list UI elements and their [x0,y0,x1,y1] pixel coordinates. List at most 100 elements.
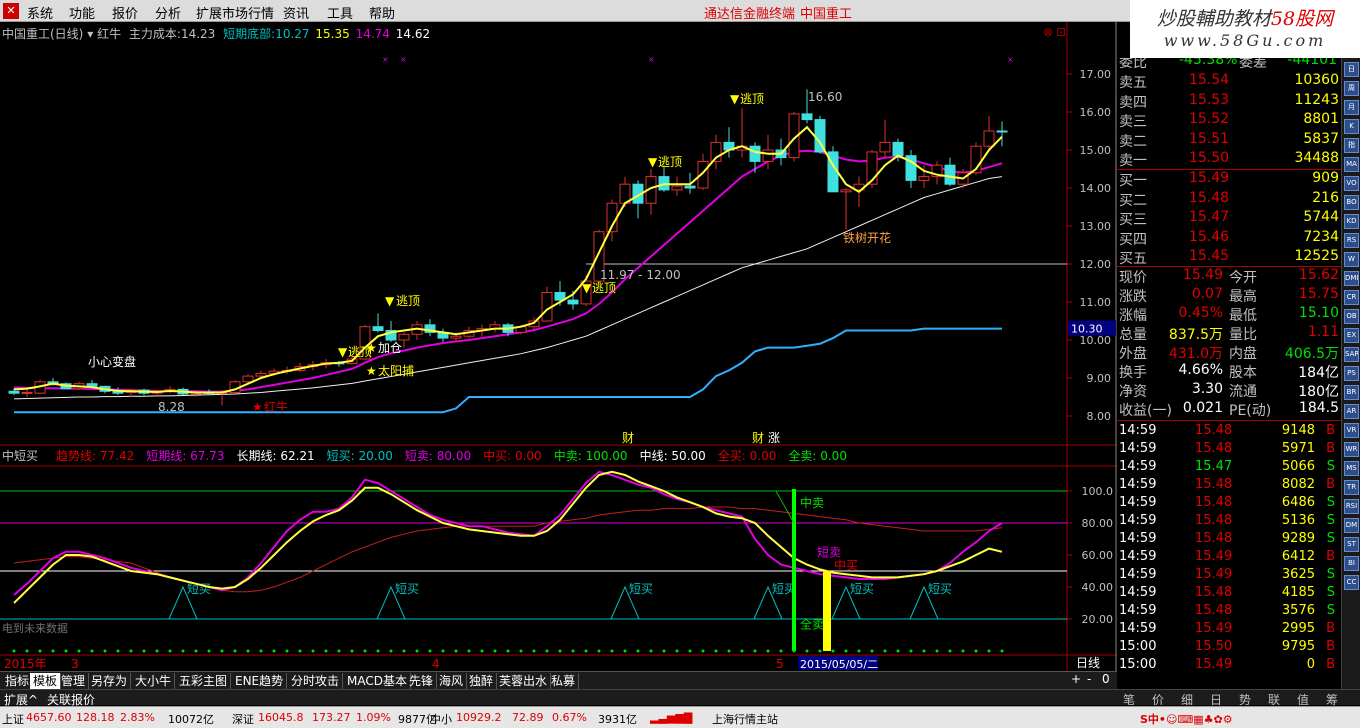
tab-nav-zero[interactable]: 0 [1102,672,1110,686]
candle-body [762,149,774,162]
sell-level-price: 15.52 [1189,111,1230,127]
template-tab[interactable]: 私募 [548,673,580,689]
ime-icon[interactable]: S中•☺⌨▦♣✿⚙ [1140,711,1233,727]
tick-volume: 8082 [1281,477,1315,492]
sidebar-indicator-icon[interactable]: W [1344,252,1359,267]
menu-news[interactable]: 资讯 [283,3,309,22]
signal-dot [25,649,29,653]
tick-time: 14:59 [1119,549,1157,564]
server-status: 上海行情主站 [712,713,778,726]
quote-row: 14:59 15.47 5066 S [1117,459,1341,478]
signal-dot [636,649,640,653]
template-tab[interactable]: 管理 [58,673,90,689]
sidebar-indicator-icon[interactable]: BR [1344,385,1359,400]
quote-row: 15:00 15.50 9795 B [1117,639,1341,658]
sidebar-indicator-icon[interactable]: 月 [1344,100,1359,115]
tick-side: B [1326,423,1335,438]
window-close-icon[interactable]: ⊗ [1043,25,1053,39]
candle-body [840,189,852,193]
menu-function[interactable]: 功能 [69,3,95,22]
template-tab[interactable]: 独醉 [466,673,498,689]
stat-label: 流通 [1229,384,1257,400]
sidebar-indicator-icon[interactable]: TR [1344,480,1359,495]
quote-row: 卖四 15.53 11243 [1117,92,1341,111]
sidebar-indicator-icon[interactable]: DM [1344,518,1359,533]
sidebar-indicator-icon[interactable]: EX [1344,328,1359,343]
sidebar-indicator-icon[interactable]: AR [1344,404,1359,419]
sub-item-label: 长期线: [236,449,277,463]
sidebar-indicator-icon[interactable]: BI [1344,556,1359,571]
tick-time: 14:59 [1119,441,1157,456]
dropdown-icon[interactable]: ▾ [87,27,93,41]
signal-dot [454,649,458,653]
tab-nav-plus[interactable]: + [1071,672,1081,686]
tick-volume: 4185 [1281,585,1315,600]
zx-index-change: 72.89 [512,711,544,724]
quote-row: 14:59 15.48 3576 S [1117,603,1341,622]
sidebar-indicator-icon[interactable]: CR [1344,290,1359,305]
sub-item-value: 62.21 [276,449,315,463]
sidebar-indicator-icon[interactable]: MS [1344,461,1359,476]
template-tab[interactable]: ENE趋势 [232,673,288,689]
template-tab[interactable]: 芙蓉出水 [496,673,552,689]
sidebar-indicator-icon[interactable]: DMI [1344,271,1359,286]
tick-time: 14:59 [1119,513,1157,528]
sell-level-price: 15.51 [1189,130,1230,147]
template-tab[interactable]: MACD基本 [344,673,411,689]
signal-dot [987,649,991,653]
signal-dot [883,649,887,653]
menu-help[interactable]: 帮助 [369,3,395,22]
menu-extended-market[interactable]: 扩展市场行情 [196,3,274,22]
template-tab[interactable]: 大小牛 [132,673,176,689]
sidebar-indicator-icon[interactable]: K [1344,119,1359,134]
sidebar-indicator-icon[interactable]: BO [1344,195,1359,210]
sidebar-indicator-icon[interactable]: RS [1344,233,1359,248]
signal-dot [623,649,627,653]
sidebar-indicator-icon[interactable]: VO [1344,176,1359,191]
template-tab[interactable]: 先锋 [406,673,438,689]
template-tab[interactable]: 海风 [436,673,468,689]
signal-dot [259,649,263,653]
top-marker-icon: × [648,55,655,64]
sidebar-indicator-icon[interactable]: CC [1344,575,1359,590]
menu-tools[interactable]: 工具 [327,3,353,22]
menu-analysis[interactable]: 分析 [155,3,181,22]
sidebar-indicator-icon[interactable]: SAR [1344,347,1359,362]
template-tab[interactable]: 指标 [2,673,34,689]
template-tab[interactable]: 分时攻击 [288,673,344,689]
price-axis-label: 13.00 [1080,220,1112,233]
chart-area[interactable]: 小心变盘▼ 逃顶▼ 逃顶▼ 逃顶▼ 逃顶▼ 逃顶★ 加仓★ 太阳捕铁树开花★ 红牛8.2816.… [0,22,1117,671]
signal-dot [688,649,692,653]
stat-value: 406.5万 [1284,346,1339,362]
signal-dot [701,649,705,653]
template-tab[interactable]: 五彩主图 [176,673,232,689]
sidebar-indicator-icon[interactable]: OB [1344,309,1359,324]
sidebar-indicator-icon[interactable]: WR [1344,442,1359,457]
sidebar-indicator-icon[interactable]: PS [1344,366,1359,381]
sidebar-indicator-icon[interactable]: VR [1344,423,1359,438]
sidebar-indicator-icon[interactable]: MA [1344,157,1359,172]
sidebar-indicator-icon[interactable]: 指 [1344,138,1359,153]
sidebar-indicator-icon[interactable]: KD [1344,214,1359,229]
sidebar-indicator-icon[interactable]: RSI [1344,499,1359,514]
buy-level-volume: 12525 [1294,248,1339,264]
template-tab[interactable]: 模板 [30,673,62,689]
quote-row: 14:59 15.49 6412 B [1117,549,1341,568]
signal-dot [350,649,354,653]
menu-quote[interactable]: 报价 [112,3,138,22]
quote-row: 买五 15.45 12525 [1117,248,1341,267]
sidebar-indicator-icon[interactable]: ST [1344,537,1359,552]
sidebar-indicator-icon[interactable]: 周 [1344,81,1359,96]
middle-sell-label: 中卖 [800,495,824,510]
sub-item-label: 全卖: [788,449,817,463]
quote-row: 买四 15.46 7234 [1117,229,1341,248]
tab-nav-minus[interactable]: - [1087,672,1091,686]
annotation-hline: 11.97 - 12.00 [600,268,681,282]
quote-row: 总量 837.5万 量比 1.11 [1117,324,1341,343]
window-min-icon[interactable]: ⊡ [1056,25,1066,39]
price-axis-label: 12.00 [1080,258,1112,271]
sidebar-indicator-icon[interactable]: 日 [1344,62,1359,77]
menu-system[interactable]: 系统 [27,3,53,22]
signal-dot [103,649,107,653]
template-tab[interactable]: 另存为 [88,673,132,689]
